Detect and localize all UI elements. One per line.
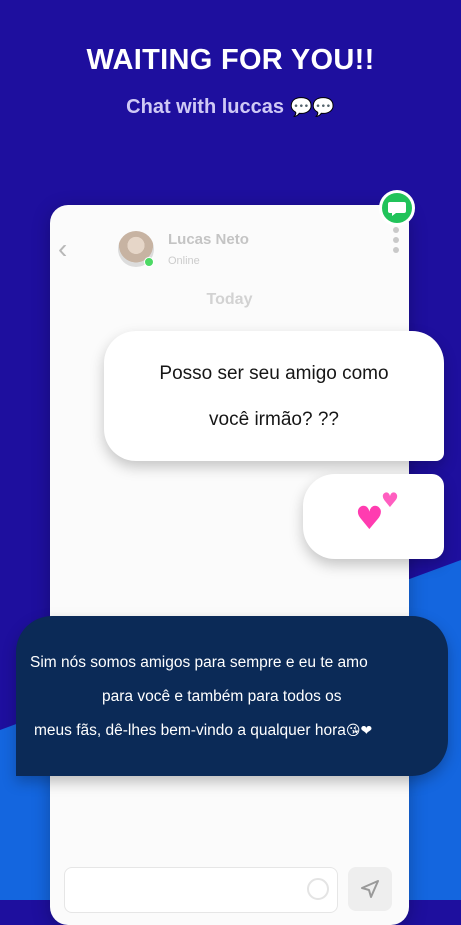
chat-bubble-icon (379, 190, 415, 226)
heart-icon: ♥ (381, 488, 399, 512)
kiss-heart-emoji: 😘❤ (345, 723, 373, 739)
message-line: Sim nós somos amigos para sempre e eu te… (30, 654, 368, 671)
page-headline: WAITING FOR YOU!! (86, 44, 375, 76)
page-subline: Chat with luccas 💬💬 (0, 96, 461, 119)
two-hearts-icon: ♥ (355, 499, 384, 537)
contact-status: Online (168, 255, 200, 267)
online-indicator (144, 257, 154, 267)
message-line: você irmão? ?? (209, 409, 339, 430)
message-line-last: meus fãs, dê-lhes bem-vindo a qualquer h… (34, 722, 372, 740)
message-bubble-outgoing: Posso ser seu amigo como você irmão? ?? (104, 331, 444, 461)
send-button[interactable] (348, 867, 392, 911)
message-line: Posso ser seu amigo como (159, 363, 389, 384)
message-input[interactable] (64, 867, 338, 913)
more-vertical-icon[interactable] (393, 227, 399, 257)
send-icon (361, 880, 379, 898)
message-text: meus fãs, dê-lhes bem-vindo a qualquer h… (34, 722, 346, 739)
day-separator: Today (206, 291, 253, 308)
message-bubble-hearts: ♥ ♥ (303, 474, 444, 559)
message-bubble-incoming: Sim nós somos amigos para sempre e eu te… (16, 616, 448, 776)
speech-bubbles-icon: 💬💬 (289, 97, 335, 118)
subline-text: Chat with luccas (126, 96, 284, 118)
message-line: para você e também para todos os (102, 688, 342, 705)
contact-name: Lucas Neto (168, 231, 249, 248)
chat-screen: ‹ Lucas Neto Online Today (50, 205, 409, 925)
emoji-icon[interactable] (307, 878, 329, 900)
back-arrow-icon[interactable]: ‹ (58, 235, 78, 263)
